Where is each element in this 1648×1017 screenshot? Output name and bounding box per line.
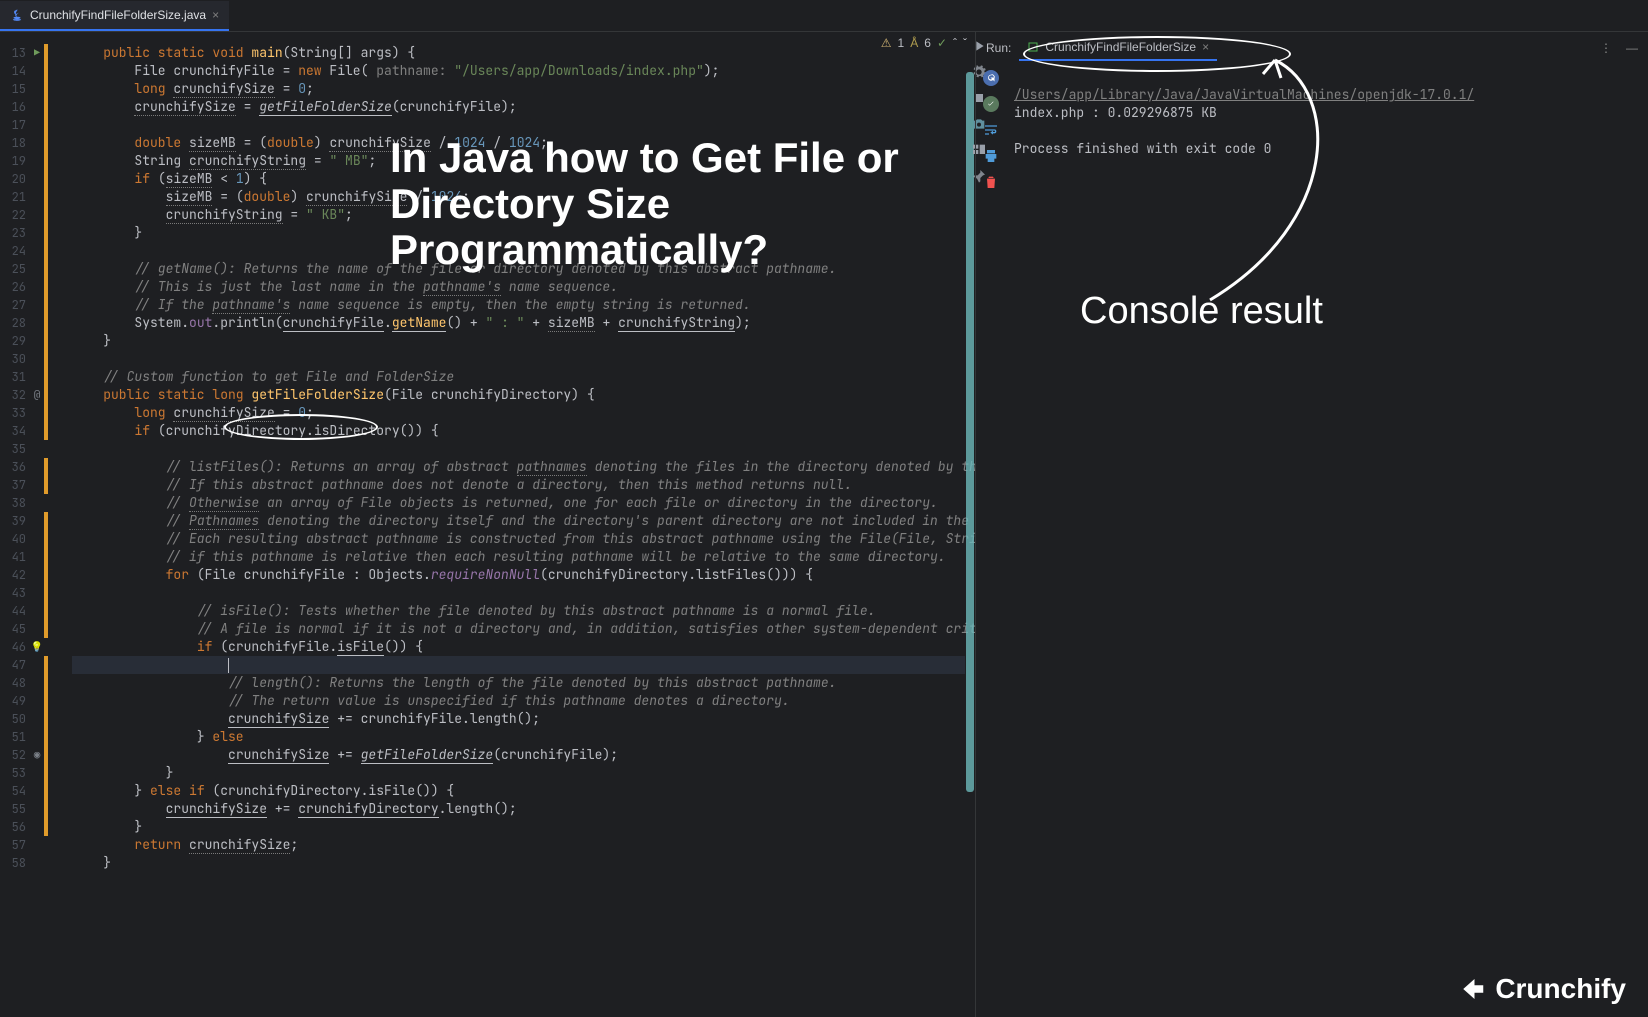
code-line[interactable]: long crunchifySize = 0;	[72, 404, 965, 422]
console-output[interactable]: /Users/app/Library/Java/JavaVirtualMachi…	[1006, 64, 1648, 1017]
logo-text: Crunchify	[1495, 973, 1626, 1005]
run-label: Run:	[986, 41, 1011, 55]
code-line[interactable]: // if this pathname is relative then eac…	[72, 548, 965, 566]
code-line[interactable]: if (crunchifyFile.isFile()) {	[72, 638, 965, 656]
overlay-heading: In Java how to Get File or Directory Siz…	[390, 135, 1050, 274]
close-icon[interactable]: ×	[1202, 40, 1209, 54]
code-line[interactable]: } else if (crunchifyDirectory.isFile()) …	[72, 782, 965, 800]
code-line[interactable]	[72, 350, 965, 368]
overlay-callout: Console result	[1080, 290, 1323, 333]
code-line[interactable]: // Otherwise an array of File objects is…	[72, 494, 965, 512]
app-icon	[1027, 41, 1039, 53]
run-tool-window: Run: CrunchifyFindFileFolderSize × ⋮ —	[975, 32, 1648, 1017]
code-line[interactable]: // Pathnames denoting the directory itse…	[72, 512, 965, 530]
java-file-icon	[10, 8, 24, 22]
code-line[interactable]	[72, 116, 965, 134]
code-line[interactable]: }	[72, 854, 965, 872]
code-line[interactable]: // If this abstract pathname does not de…	[72, 476, 965, 494]
tab-title: CrunchifyFindFileFolderSize.java	[30, 8, 206, 22]
code-line[interactable]: crunchifySize = getFileFolderSize(crunch…	[72, 98, 965, 116]
code-line[interactable]: for (File crunchifyFile : Objects.requir…	[72, 566, 965, 584]
code-line[interactable]	[72, 584, 965, 602]
line-number-gutter: 1314151617181920212223242526272829303132…	[0, 44, 26, 872]
code-line[interactable]: // Custom function to get File and Folde…	[72, 368, 965, 386]
code-line[interactable]: }	[72, 332, 965, 350]
code-line[interactable]: if (crunchifyDirectory.isDirectory()) {	[72, 422, 965, 440]
code-line[interactable]	[72, 440, 965, 458]
code-line[interactable]: crunchifySize += crunchifyDirectory.leng…	[72, 800, 965, 818]
output-line: index.php : 0.029296875 KB	[1014, 104, 1217, 121]
editor-tab-bar: CrunchifyFindFileFolderSize.java ×	[0, 0, 1648, 32]
code-line[interactable]	[72, 656, 965, 674]
code-line[interactable]: }	[72, 764, 965, 782]
code-line[interactable]: // listFiles(): Returns an array of abst…	[72, 458, 965, 476]
close-icon[interactable]: ×	[212, 8, 219, 22]
code-line[interactable]: }	[72, 818, 965, 836]
more-icon[interactable]: ⋮	[1600, 41, 1614, 55]
code-line[interactable]: return crunchifySize;	[72, 836, 965, 854]
code-line[interactable]: // If the pathname's name sequence is em…	[72, 296, 965, 314]
tool-window-header: Run: CrunchifyFindFileFolderSize × ⋮ —	[976, 32, 1648, 64]
code-line[interactable]: public static long getFileFolderSize(Fil…	[72, 386, 965, 404]
code-line[interactable]: System.out.println(crunchifyFile.getName…	[72, 314, 965, 332]
exit-line: Process finished with exit code 0	[1014, 140, 1271, 157]
run-config-name: CrunchifyFindFileFolderSize	[1045, 40, 1196, 54]
code-line[interactable]: // isFile(): Tests whether the file deno…	[72, 602, 965, 620]
code-line[interactable]: crunchifySize += crunchifyFile.length();	[72, 710, 965, 728]
code-line[interactable]: // This is just the last name in the pat…	[72, 278, 965, 296]
code-line[interactable]: public static void main(String[] args) {	[72, 44, 965, 62]
editor-tab[interactable]: CrunchifyFindFileFolderSize.java ×	[0, 1, 229, 31]
minimize-icon[interactable]: —	[1626, 41, 1638, 55]
code-line[interactable]: // length(): Returns the length of the f…	[72, 674, 965, 692]
refresh-icon[interactable]	[983, 70, 999, 86]
jdk-path[interactable]: /Users/app/Library/Java/JavaVirtualMachi…	[1014, 86, 1474, 103]
code-line[interactable]: // Each resulting abstract pathname is c…	[72, 530, 965, 548]
code-line[interactable]: } else	[72, 728, 965, 746]
code-line[interactable]: long crunchifySize = 0;	[72, 80, 965, 98]
code-line[interactable]: crunchifySize += getFileFolderSize(crunc…	[72, 746, 965, 764]
code-line[interactable]: // The return value is unspecified if th…	[72, 692, 965, 710]
crunchify-logo: Crunchify	[1457, 973, 1626, 1005]
status-ok-icon	[983, 96, 999, 112]
code-line[interactable]: File crunchifyFile = new File( pathname:…	[72, 62, 965, 80]
run-config-tab[interactable]: CrunchifyFindFileFolderSize ×	[1019, 35, 1217, 61]
code-line[interactable]: // A file is normal if it is not a direc…	[72, 620, 965, 638]
